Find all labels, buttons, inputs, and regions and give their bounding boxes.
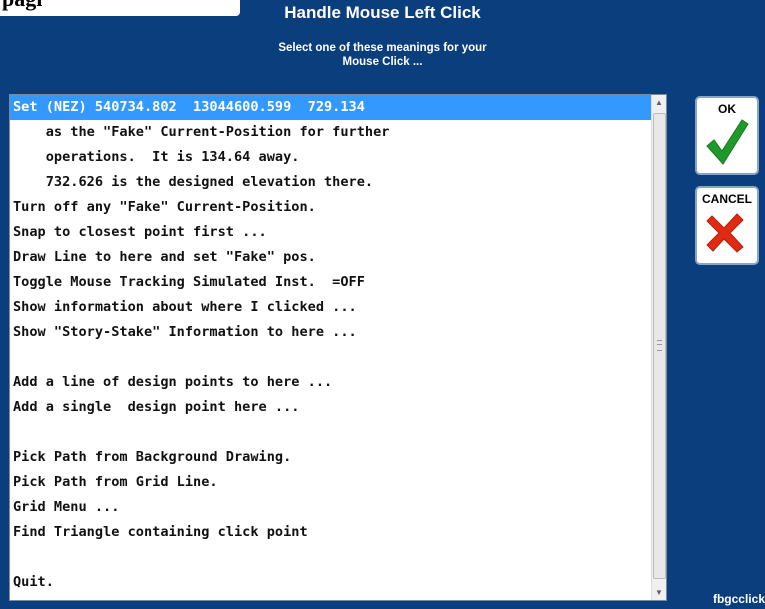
options-list[interactable]: Set (NEZ) 540734.802 13044600.599 729.13… — [10, 95, 651, 600]
dialog-id-footer: fbgcclick — [712, 592, 765, 606]
options-listbox[interactable]: Set (NEZ) 540734.802 13044600.599 729.13… — [9, 94, 667, 601]
list-item-blank[interactable] — [10, 420, 651, 445]
list-item[interactable]: Add a line of design points to here ... — [10, 370, 651, 395]
list-item[interactable]: Find Triangle containing click point — [10, 520, 651, 545]
list-item[interactable]: Draw Line to here and set "Fake" pos. — [10, 245, 651, 270]
scroll-down-arrow-icon[interactable]: ▼ — [652, 585, 666, 600]
list-item[interactable]: Show information about where I clicked .… — [10, 295, 651, 320]
ok-button-label: OK — [718, 102, 736, 116]
vertical-scrollbar[interactable]: ▲ ▼ — [651, 95, 666, 600]
list-item[interactable]: Pick Path from Grid Line. — [10, 470, 651, 495]
list-item[interactable]: Add a single design point here ... — [10, 395, 651, 420]
ok-button[interactable]: OK — [695, 96, 759, 175]
list-item[interactable]: as the "Fake" Current-Position for furth… — [10, 120, 651, 145]
list-item[interactable]: Set (NEZ) 540734.802 13044600.599 729.13… — [10, 95, 651, 120]
list-item[interactable]: Snap to closest point first ... — [10, 220, 651, 245]
scrollbar-grip-icon — [657, 340, 662, 351]
list-item[interactable]: operations. It is 134.64 away. — [10, 145, 651, 170]
list-item[interactable]: Pick Path from Background Drawing. — [10, 445, 651, 470]
red-x-icon — [706, 213, 744, 253]
dialog-title: Handle Mouse Left Click — [284, 3, 481, 22]
list-item-blank[interactable] — [10, 345, 651, 370]
dialog-subtitle: Select one of these meanings for your Mo… — [278, 42, 487, 68]
cancel-button[interactable]: CANCEL — [695, 186, 759, 265]
list-item-blank[interactable] — [10, 545, 651, 570]
list-item[interactable]: Grid Menu ... — [10, 495, 651, 520]
list-item[interactable]: Turn off any "Fake" Current-Position. — [10, 195, 651, 220]
list-item[interactable]: Quit. — [10, 570, 651, 595]
scrollbar-thumb[interactable] — [653, 113, 666, 579]
list-item[interactable]: 732.626 is the designed elevation there. — [10, 170, 651, 195]
list-item[interactable]: Toggle Mouse Tracking Simulated Inst. =O… — [10, 270, 651, 295]
list-item[interactable]: Show "Story-Stake" Information to here .… — [10, 320, 651, 345]
scroll-up-arrow-icon[interactable]: ▲ — [652, 95, 666, 110]
green-checkmark-icon — [706, 119, 749, 165]
cancel-button-label: CANCEL — [702, 192, 752, 206]
